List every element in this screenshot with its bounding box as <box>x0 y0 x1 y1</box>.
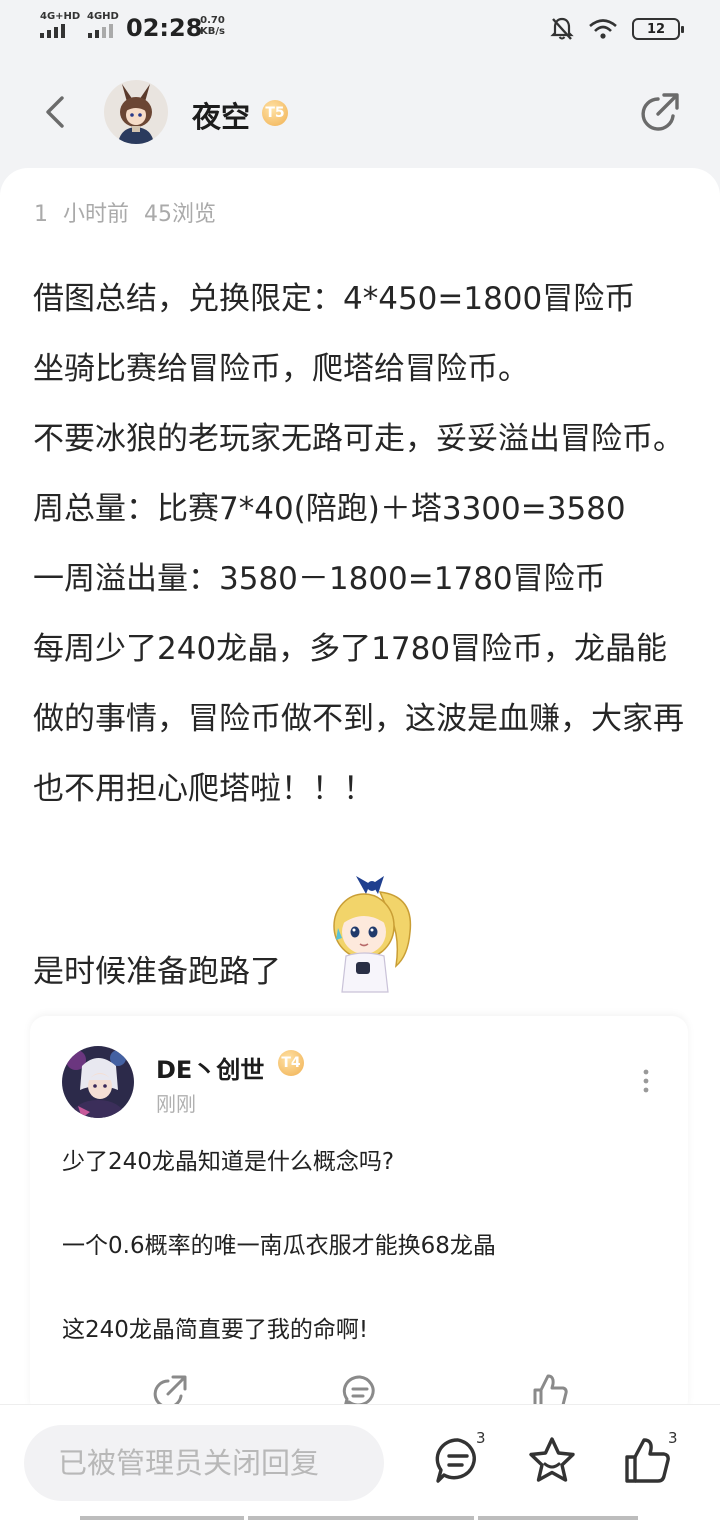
status-icons: 12 <box>550 16 684 42</box>
commenter-name[interactable]: DE丶创世 <box>156 1050 264 1085</box>
reply-placeholder: 已被管理员关闭回复 <box>58 1446 320 1480</box>
reply-input[interactable]: 已被管理员关闭回复 <box>24 1425 384 1501</box>
author-name[interactable]: 夜空 <box>192 94 250 136</box>
nav-indicator <box>80 1516 244 1520</box>
anime-sticker-image <box>333 876 412 993</box>
post-meta: 1 小时前 45浏览 <box>34 202 216 227</box>
nav-indicator <box>248 1516 474 1520</box>
network-speed: 0.70 KB/s <box>200 15 225 37</box>
star-favorite-icon[interactable] <box>526 1435 578 1487</box>
post-paragraph: 周总量：比赛7*40(陪跑)＋塔3300=3580 <box>33 491 626 527</box>
post-card: 1 小时前 45浏览 借图总结，兑换限定：4*450=1800冒险币 坐骑比赛给… <box>0 168 720 1416</box>
commenter-avatar-image <box>62 1046 134 1118</box>
author-level: T5 <box>265 105 285 121</box>
author-avatar[interactable] <box>104 80 168 144</box>
post-paragraph: 每周少了240龙晶，多了1780冒险币，龙晶能做的事情，冒险币做不到，这波是血赚… <box>33 631 684 807</box>
bottom-action-bar: 已被管理员关闭回复 3 3 <box>0 1404 720 1520</box>
post-closing-line: 是时候准备跑路了 <box>33 954 281 990</box>
post-paragraph: 借图总结，兑换限定：4*450=1800冒险币 <box>33 281 636 317</box>
like-icon[interactable] <box>622 1435 674 1487</box>
more-options-icon[interactable] <box>642 1068 650 1094</box>
comment-time: 刚刚 <box>156 1092 196 1116</box>
bell-muted-icon <box>550 17 574 40</box>
network-speed-unit: KB/s <box>200 26 225 37</box>
signal-1-icon <box>40 24 65 38</box>
comment-line: 这240龙晶简直要了我的命啊! <box>62 1317 369 1343</box>
commenter-avatar[interactable] <box>62 1046 134 1118</box>
battery-icon: 12 <box>632 18 684 40</box>
comment-card: DE丶创世 T4 刚刚 少了240龙晶知道是什么概念吗? 一个0.6概率的唯一南… <box>30 1016 688 1416</box>
commenter-level-badge: T4 <box>278 1050 304 1076</box>
wifi-icon <box>589 19 617 39</box>
status-bar: 4G+HD 4GHD 02:28 0.70 KB/s 12 <box>0 0 720 56</box>
clock: 02:28 <box>126 14 203 42</box>
post-header: 夜空 T5 <box>0 70 720 156</box>
like-count: 3 <box>668 1429 678 1447</box>
share-icon[interactable] <box>638 90 682 134</box>
network-speed-value: 0.70 <box>200 15 225 26</box>
comment-count: 3 <box>476 1429 486 1447</box>
post-body: 借图总结，兑换限定：4*450=1800冒险币 坐骑比赛给冒险币，爬塔给冒险币。… <box>33 264 693 824</box>
nav-indicator <box>478 1516 638 1520</box>
signal-2-icon <box>88 24 113 38</box>
network-2-label: 4GHD <box>87 11 119 22</box>
battery-level: 12 <box>646 21 666 37</box>
comment-line: 少了240龙晶知道是什么概念吗? <box>62 1149 395 1175</box>
post-paragraph: 不要冰狼的老玩家无路可走，妥妥溢出冒险币。 <box>33 421 684 457</box>
back-arrow-icon[interactable] <box>36 92 76 132</box>
author-avatar-image <box>104 80 168 144</box>
comment-line: 一个0.6概率的唯一南瓜衣服才能换68龙晶 <box>62 1233 496 1259</box>
post-paragraph: 坐骑比赛给冒险币，爬塔给冒险币。 <box>33 351 529 387</box>
network-1-label: 4G+HD <box>40 11 81 22</box>
post-paragraph: 一周溢出量：3580－1800=1780冒险币 <box>33 561 606 597</box>
author-level-badge: T5 <box>262 100 288 126</box>
commenter-level: T4 <box>281 1055 301 1071</box>
